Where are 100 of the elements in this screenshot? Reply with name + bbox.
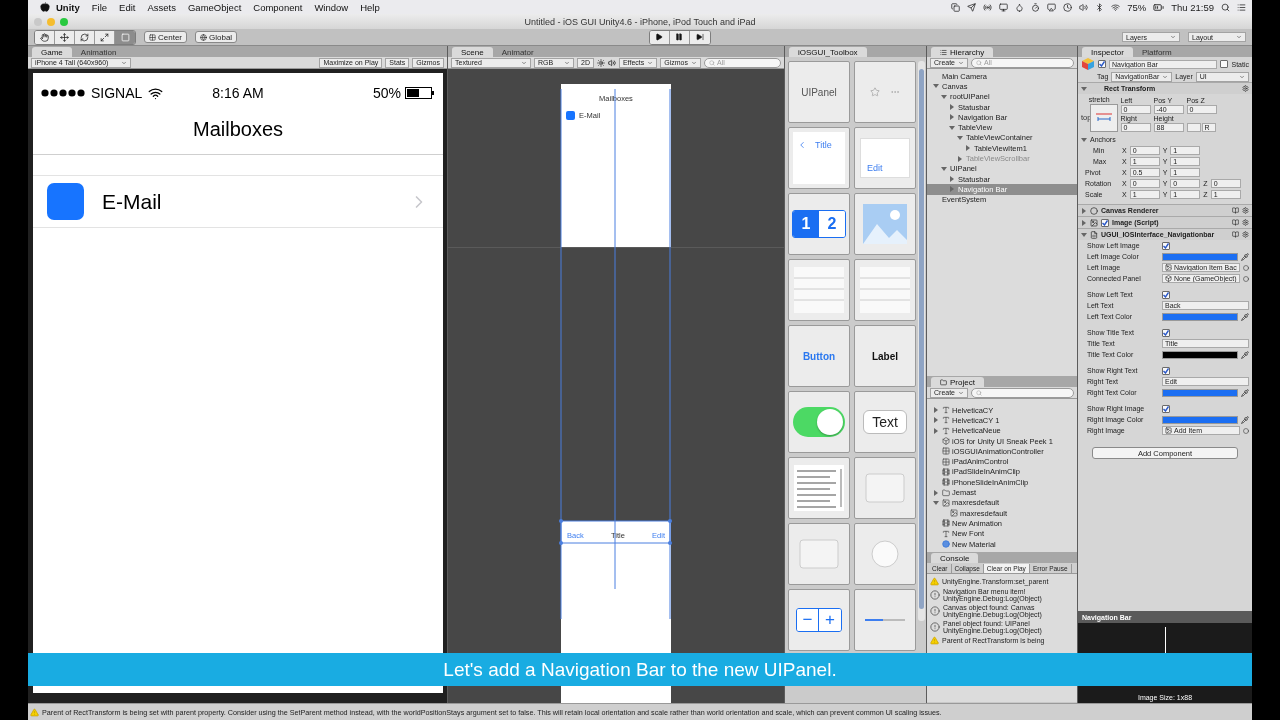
menu-item[interactable]: Window [308,1,355,13]
disclosure-triangle-icon[interactable] [949,124,955,131]
tool-button[interactable] [35,30,55,44]
disclosure-triangle-icon[interactable] [941,93,947,100]
eyedropper-icon[interactable] [1241,350,1249,359]
wifi-icon[interactable] [1111,2,1121,12]
color-field[interactable] [1162,312,1238,321]
menu-item[interactable]: Help [354,1,386,13]
bluetooth-icon[interactable] [1095,2,1105,12]
pivot-button[interactable]: Center [144,31,187,43]
settings-icon[interactable] [1242,85,1249,92]
monitor-icon[interactable] [999,2,1009,12]
play-button[interactable] [649,30,670,44]
apple-icon[interactable] [40,2,50,12]
menu-item[interactable]: Assets [141,1,182,13]
disclosure-triangle-icon[interactable] [941,165,947,172]
panel-tab[interactable]: Animation [71,47,126,57]
disclosure-triangle-icon[interactable] [949,104,955,111]
panel-tab[interactable]: Project [931,377,984,387]
toolbox-tile[interactable] [854,259,916,321]
menu-item[interactable]: Unity [50,1,86,13]
disclosure-triangle-icon[interactable] [949,114,955,121]
toolbox-tile[interactable]: Title [788,127,850,189]
panel-tab[interactable]: Inspector [1082,47,1133,57]
panel-tab[interactable]: Animator [492,47,543,57]
checkbox[interactable] [1162,404,1170,413]
audio-icon[interactable] [607,58,616,67]
toolbox-tile[interactable] [788,457,850,519]
settings-icon[interactable] [1242,207,1249,214]
stopwatch-icon[interactable] [1031,2,1041,12]
settings-icon[interactable] [1242,231,1249,238]
toolbox-tile[interactable] [788,523,850,585]
toolbox-tile[interactable] [854,457,916,519]
panel-tab[interactable]: Platform [1132,47,1181,57]
antenna-icon[interactable] [983,2,993,12]
clock-icon[interactable] [1063,2,1073,12]
color-field[interactable] [1162,388,1238,397]
color-field[interactable] [1162,350,1238,359]
toolbox-tile[interactable]: Edit [854,127,916,189]
picker-icon[interactable] [1243,427,1249,434]
disclosure-triangle-icon[interactable] [965,145,971,152]
eyedropper-icon[interactable] [1241,252,1249,261]
panel-tab[interactable]: Hierarchy [931,47,994,57]
send-icon[interactable] [967,2,977,12]
list-icon[interactable] [1237,2,1246,12]
disclosure-triangle-icon[interactable] [933,499,939,506]
toolbox-tile[interactable]: − + [788,589,850,651]
window-icon[interactable] [951,2,961,12]
battery-icon[interactable] [1153,1,1165,13]
color-field[interactable] [1162,252,1238,261]
anchor-preset-button[interactable] [1089,104,1118,132]
disclosure-triangle-icon[interactable] [1081,219,1087,226]
menu-clock[interactable]: Thu 21:59 [1171,1,1214,13]
help-icon[interactable] [1232,219,1239,226]
search-field[interactable] [971,387,1074,398]
help-icon[interactable] [1232,207,1239,214]
disclosure-triangle-icon[interactable] [933,83,939,90]
panel-tab[interactable]: Scene [452,47,493,57]
eyedropper-icon[interactable] [1241,415,1249,424]
toolbox-tile[interactable] [854,589,916,651]
toolbox-tile[interactable] [854,523,916,585]
help-icon[interactable] [1232,231,1239,238]
toolbox-tile[interactable] [854,61,916,123]
menu-item[interactable]: File [85,1,114,13]
menu-item[interactable]: Edit [113,1,142,13]
drop-icon[interactable] [1015,2,1025,12]
toolbox-tile[interactable]: UIPanel [788,61,850,123]
disclosure-triangle-icon[interactable] [1081,207,1087,214]
light-icon[interactable] [596,58,605,67]
static-checkbox[interactable] [1220,60,1229,68]
checkbox[interactable] [1162,366,1170,375]
checkbox[interactable] [1162,290,1170,299]
color-field[interactable] [1162,415,1238,424]
disclosure-triangle-icon[interactable] [1081,136,1087,143]
mailbox-row[interactable]: E-Mail [33,176,443,228]
airplay-icon[interactable] [1047,2,1057,12]
disclosure-triangle-icon[interactable] [933,489,939,496]
disclosure-triangle-icon[interactable] [1081,231,1087,238]
toolbox-tile[interactable]: Button [788,325,850,387]
space-button[interactable]: Global [195,31,238,43]
menu-item[interactable]: GameObject [181,1,248,13]
disclosure-triangle-icon[interactable] [949,176,955,183]
toolbox-tile[interactable]: Label [854,325,916,387]
toolbox-tile[interactable] [854,193,916,255]
disclosure-triangle-icon[interactable] [933,417,939,424]
toolbox-tile[interactable] [788,259,850,321]
component-checkbox[interactable] [1101,218,1109,227]
active-checkbox[interactable] [1098,60,1106,68]
panel-tab[interactable]: iOSGUI_Toolbox [789,47,867,57]
search-icon[interactable] [1221,2,1230,12]
eyedropper-icon[interactable] [1241,312,1249,321]
checkbox[interactable] [1162,241,1170,250]
disclosure-triangle-icon[interactable] [933,407,939,414]
settings-icon[interactable] [1242,219,1249,226]
scrollbar[interactable] [918,61,925,621]
toolbox-tile[interactable] [788,391,850,453]
eyedropper-icon[interactable] [1241,388,1249,397]
toolbox-tile[interactable]: Text [854,391,916,453]
disclosure-triangle-icon[interactable] [957,134,963,141]
menu-item[interactable]: Component [247,1,309,13]
